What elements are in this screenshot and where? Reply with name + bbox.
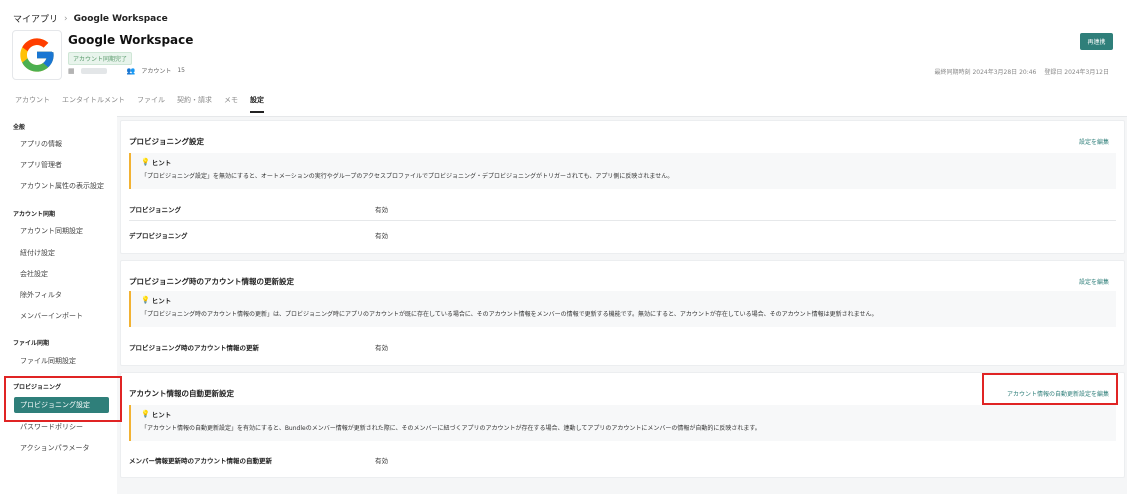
setting-label: プロビジョニング (129, 206, 181, 214)
hint-label: ヒント (151, 297, 172, 305)
hint-heading: 💡 ヒント (141, 409, 171, 419)
page: マイアプリ › Google Workspace Google Workspac… (0, 0, 1127, 494)
hint-text: 「プロビジョニング時のアカウント情報の更新」は、プロビジョニング時にアプリのアカ… (141, 311, 878, 318)
tab-settings[interactable]: 設定 (250, 95, 264, 113)
setting-row: プロビジョニング時のアカウント情報の更新 有効 (129, 336, 1116, 358)
highlight-frame-edit-link (982, 373, 1118, 405)
lightbulb-icon: 💡 (141, 296, 150, 304)
tab-file[interactable]: ファイル (137, 95, 165, 113)
tab-bar: アカウント エンタイトルメント ファイル 契約・請求 メモ 設定 (15, 95, 276, 113)
last-sync-time: 最終同期時刻 2024年3月28日 20:46 (934, 69, 1037, 76)
sidebar-group-account-sync: アカウント同期 (13, 211, 56, 218)
setting-row: メンバー情報更新時のアカウント情報の自動更新 有効 (129, 449, 1116, 471)
account-count: 15 (177, 67, 185, 74)
sidebar-group-general: 全般 (13, 124, 26, 131)
sidebar-group-file-sync: ファイル同期 (13, 340, 50, 347)
tab-memo[interactable]: メモ (224, 95, 238, 113)
setting-label: プロビジョニング時のアカウント情報の更新 (129, 344, 259, 352)
sidebar-item-app-admins[interactable]: アプリ管理者 (20, 160, 62, 170)
lightbulb-icon: 💡 (141, 158, 150, 166)
sidebar-item-password-policy[interactable]: パスワードポリシー (20, 422, 83, 432)
card-update-settings: プロビジョニング時のアカウント情報の更新設定 設定を編集 💡 ヒント 「プロビジ… (120, 260, 1125, 366)
app-meta: ▦ 👥 アカウント 15 (68, 66, 185, 76)
card-title: プロビジョニング時のアカウント情報の更新設定 (129, 277, 294, 286)
sidebar-item-linking[interactable]: 紐付け設定 (20, 248, 55, 258)
sidebar-item-app-info[interactable]: アプリの情報 (20, 139, 62, 149)
hint-heading: 💡 ヒント (141, 157, 171, 167)
hint-label: ヒント (151, 411, 172, 419)
hint-box: 💡 ヒント 「プロビジョニング時のアカウント情報の更新」は、プロビジョニング時に… (129, 291, 1116, 327)
app-header: マイアプリ › Google Workspace Google Workspac… (0, 0, 1127, 117)
card-provisioning-settings: プロビジョニング設定 設定を編集 💡 ヒント 「プロビジョニング設定」を無効にす… (120, 120, 1125, 254)
highlight-frame-sidebar (4, 376, 122, 422)
sidebar-item-member-import[interactable]: メンバーインポート (20, 311, 83, 321)
timestamps: 最終同期時刻 2024年3月28日 20:46 登録日 2024年3月12日 (935, 67, 1109, 76)
breadcrumb-separator: › (64, 13, 68, 24)
hint-label: ヒント (151, 159, 172, 167)
status-badge: アカウント同期完了 (68, 52, 133, 65)
breadcrumb-current: Google Workspace (73, 13, 168, 24)
lightbulb-icon: 💡 (141, 410, 150, 418)
sidebar-item-file-sync[interactable]: ファイル同期設定 (20, 356, 76, 366)
sidebar-item-exclusion-filter[interactable]: 除外フィルタ (20, 290, 62, 300)
breadcrumb: マイアプリ › Google Workspace (13, 12, 168, 26)
hint-text: 「アカウント情報の自動更新設定」を有効にすると、Bundleのメンバー情報が更新… (141, 425, 761, 432)
setting-value: 有効 (375, 206, 388, 214)
hint-box: 💡 ヒント 「アカウント情報の自動更新設定」を有効にすると、Bundleのメンバ… (129, 405, 1116, 441)
setting-value: 有効 (375, 457, 388, 465)
sidebar-item-action-params[interactable]: アクションパラメータ (20, 443, 89, 453)
redacted-value (80, 67, 107, 74)
card-title: プロビジョニング設定 (129, 137, 204, 146)
tab-entitlement[interactable]: エンタイトルメント (62, 95, 125, 113)
breadcrumb-root[interactable]: マイアプリ (13, 12, 58, 25)
sidebar-item-account-sync[interactable]: アカウント同期設定 (20, 226, 83, 236)
registered-date: 登録日 2024年3月12日 (1044, 69, 1109, 76)
tab-account[interactable]: アカウント (15, 95, 50, 113)
reconnect-button[interactable]: 再連携 (1080, 33, 1113, 50)
card-auto-update-settings: アカウント情報の自動更新設定 アカウント情報の自動更新設定を編集 💡 ヒント 「… (120, 372, 1125, 478)
hint-box: 💡 ヒント 「プロビジョニング設定」を無効にすると、オートメーションの実行やグル… (129, 153, 1116, 189)
card-title: アカウント情報の自動更新設定 (129, 389, 234, 398)
edit-settings-link[interactable]: 設定を編集 (1079, 137, 1109, 146)
users-icon: 👥 (126, 66, 136, 75)
account-label: アカウント (141, 68, 172, 75)
building-icon: ▦ (68, 66, 75, 75)
hint-heading: 💡 ヒント (141, 295, 171, 305)
google-logo-icon (12, 30, 62, 80)
edit-settings-link[interactable]: 設定を編集 (1079, 277, 1109, 286)
app-title: Google Workspace (68, 33, 194, 47)
settings-sidebar: 全般 アプリの情報 アプリ管理者 アカウント属性の表示設定 アカウント同期 アカ… (0, 116, 117, 494)
setting-value: 有効 (375, 344, 388, 352)
setting-row: デプロビジョニング 有効 (129, 224, 1116, 246)
sidebar-item-company[interactable]: 会社設定 (20, 269, 48, 279)
setting-label: デプロビジョニング (129, 232, 188, 240)
setting-label: メンバー情報更新時のアカウント情報の自動更新 (129, 457, 272, 465)
hint-text: 「プロビジョニング設定」を無効にすると、オートメーションの実行やグループのアクセ… (141, 173, 674, 180)
tab-contract-billing[interactable]: 契約・請求 (177, 95, 212, 113)
setting-value: 有効 (375, 232, 388, 240)
sidebar-item-attribute-display[interactable]: アカウント属性の表示設定 (20, 181, 104, 191)
setting-row: プロビジョニング 有効 (129, 198, 1116, 221)
